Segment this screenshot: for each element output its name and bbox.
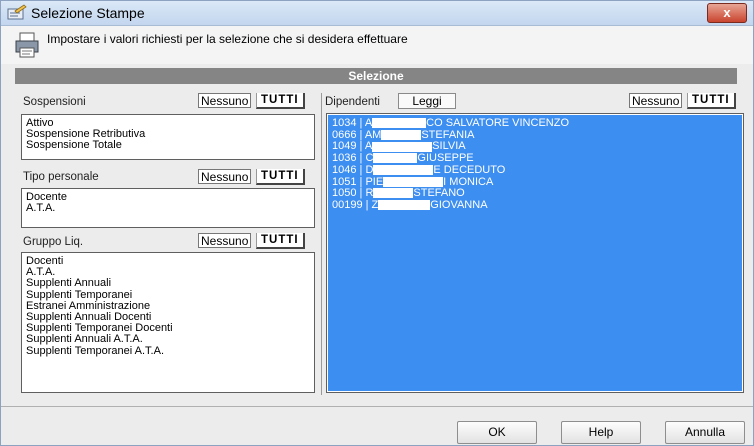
gruppo-liq-tutti-button[interactable]: TUTTI xyxy=(256,233,305,249)
list-item[interactable]: Docenti xyxy=(22,255,314,267)
dipendente-id: 1046 | D xyxy=(332,163,374,176)
tipo-personale-nessuno-button[interactable]: Nessuno xyxy=(198,169,252,184)
redaction xyxy=(378,200,431,211)
redaction xyxy=(373,153,418,164)
dipendente-item[interactable]: 1050 | R STEFANO xyxy=(328,187,742,200)
selezione-stampe-window: Selezione Stampe x Impostare i valori ri… xyxy=(0,0,754,446)
list-item[interactable]: Supplenti Annuali xyxy=(22,278,314,289)
dipendente-name: STEFANO xyxy=(413,187,465,200)
dipendenti-list[interactable]: 1034 | A CO SALVATORE VINCENZO 0666 | AM S… xyxy=(326,113,744,393)
dipendente-name: I MONICA xyxy=(443,175,494,188)
list-item[interactable]: A.T.A. xyxy=(22,202,314,214)
redaction xyxy=(372,118,427,129)
ok-button[interactable]: OK xyxy=(457,421,537,444)
dipendente-id: 1034 | A xyxy=(332,117,373,129)
redaction xyxy=(373,188,414,199)
printer-icon xyxy=(15,32,39,58)
section-title-bar: Selezione xyxy=(15,68,737,84)
window-title: Selezione Stampe xyxy=(31,5,145,21)
redaction xyxy=(381,129,422,140)
tipo-personale-tutti-button[interactable]: TUTTI xyxy=(256,169,305,185)
dipendenti-nessuno-button[interactable]: Nessuno xyxy=(629,93,683,108)
redaction xyxy=(372,141,433,152)
dipendente-item[interactable]: 0666 | AM STEFANIA xyxy=(328,128,742,142)
gruppo-liq-list[interactable]: Docenti A.T.A. Supplenti Annuali Supplen… xyxy=(21,252,315,393)
redaction xyxy=(383,176,444,187)
dipendente-name: SILVIA xyxy=(432,140,466,153)
dipendente-item[interactable]: 00199 | Z GIOVANNA xyxy=(328,198,742,212)
title-bar[interactable]: Selezione Stampe x xyxy=(1,1,753,26)
close-icon: x xyxy=(723,5,731,20)
dipendente-name: STEFANIA xyxy=(421,128,475,141)
tipo-personale-list[interactable]: Docente A.T.A. xyxy=(21,188,315,228)
dipendente-name: E DECEDUTO xyxy=(433,163,506,176)
gruppo-liq-label: Gruppo Liq. xyxy=(23,236,84,248)
dipendente-item[interactable]: 1051 | PIE I MONICA xyxy=(328,175,742,189)
list-item[interactable]: Supplenti Temporanei A.T.A. xyxy=(22,345,314,357)
sospensioni-tutti-button[interactable]: TUTTI xyxy=(256,93,305,109)
sospensioni-list[interactable]: Attivo Sospensione Retributiva Sospensio… xyxy=(21,114,315,160)
close-button[interactable]: x xyxy=(707,3,747,23)
dipendente-id: 00199 | Z xyxy=(332,198,379,211)
sospensioni-nessuno-button[interactable]: Nessuno xyxy=(198,93,252,108)
dipendente-item[interactable]: 1046 | D E DECEDUTO xyxy=(328,163,742,177)
gruppo-liq-nessuno-button[interactable]: Nessuno xyxy=(198,233,252,248)
list-item[interactable]: Docente xyxy=(22,191,314,203)
annulla-button[interactable]: Annulla xyxy=(665,421,745,444)
leggi-button[interactable]: Leggi xyxy=(398,93,456,109)
dipendente-name: GIUSEPPE xyxy=(417,152,474,165)
footer-separator xyxy=(1,406,753,407)
dipendente-item[interactable]: 1036 | C GIUSEPPE xyxy=(328,152,742,165)
instructions-header: Impostare i valori richiesti per la sele… xyxy=(1,26,753,64)
list-item[interactable]: Supplenti Annuali A.T.A. xyxy=(22,334,314,345)
dipendente-name: CO SALVATORE VINCENZO xyxy=(426,117,569,129)
dipendente-name: GIOVANNA xyxy=(430,198,488,211)
dipendenti-tutti-button[interactable]: TUTTI xyxy=(687,93,736,109)
panel-divider xyxy=(321,93,322,395)
help-button[interactable]: Help xyxy=(561,421,641,444)
redaction xyxy=(373,164,434,175)
dipendente-item[interactable]: 1034 | A CO SALVATORE VINCENZO xyxy=(328,117,742,130)
dipendenti-label: Dipendenti xyxy=(325,96,380,108)
dipendente-item[interactable]: 1049 | A SILVIA xyxy=(328,141,742,153)
tipo-personale-label: Tipo personale xyxy=(23,171,99,183)
list-item[interactable]: Sospensione Totale xyxy=(22,140,314,151)
sospensioni-label: Sospensioni xyxy=(23,96,86,108)
selected-items-area: 1034 | A CO SALVATORE VINCENZO 0666 | AM S… xyxy=(328,115,742,391)
instructions-text: Impostare i valori richiesti per la sele… xyxy=(47,32,408,46)
print-form-icon xyxy=(7,4,27,20)
